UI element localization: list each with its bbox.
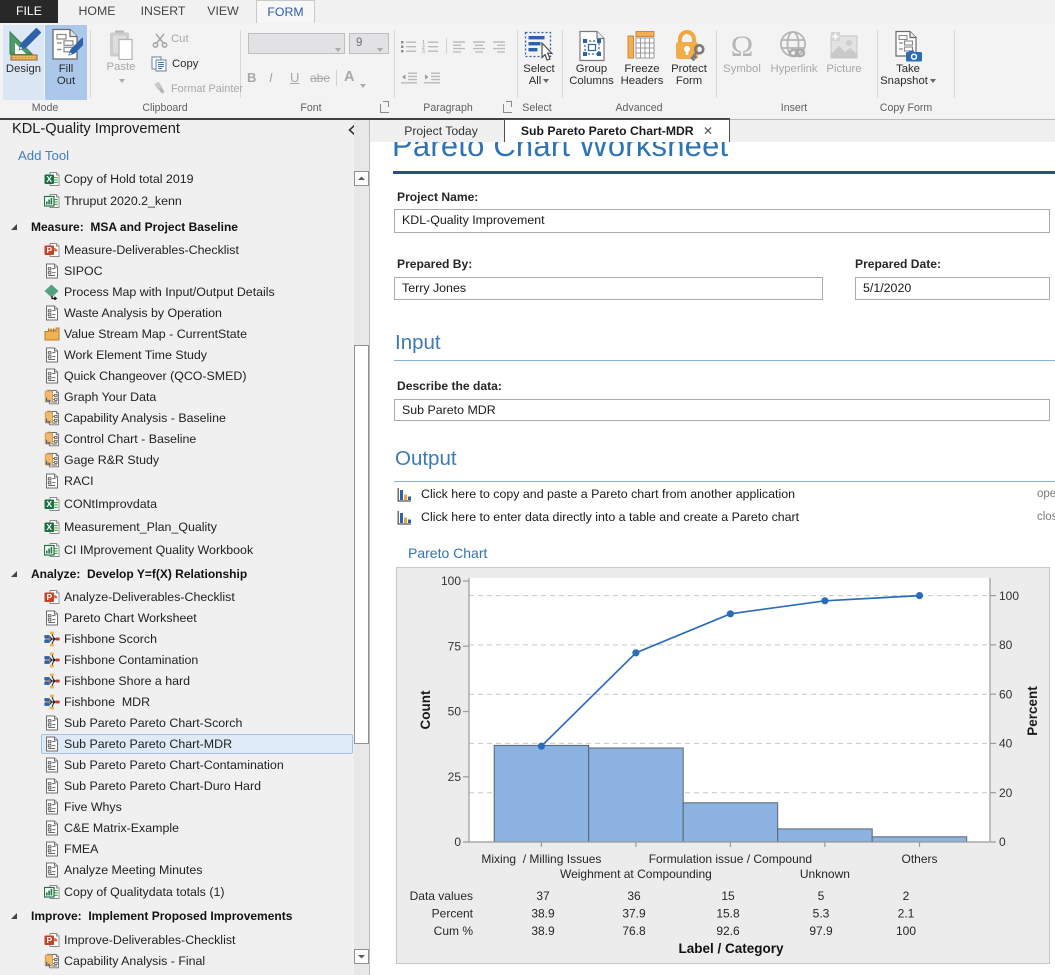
svg-text:15: 15 — [721, 889, 735, 903]
svg-text:25: 25 — [448, 770, 462, 784]
svg-text:36: 36 — [627, 889, 641, 903]
svg-text:Weighment at Compounding: Weighment at Compounding — [560, 867, 712, 881]
svg-text:3: 3 — [422, 50, 425, 54]
svg-text:Data values: Data values — [410, 889, 473, 903]
svg-text:2.1: 2.1 — [898, 907, 915, 921]
svg-text:15.8: 15.8 — [716, 907, 740, 921]
svg-text:100: 100 — [441, 574, 461, 588]
svg-text:37: 37 — [536, 889, 550, 903]
svg-text:100: 100 — [999, 589, 1019, 603]
svg-text:97.9: 97.9 — [809, 924, 833, 938]
svg-text:75: 75 — [448, 640, 462, 654]
svg-text:76.8: 76.8 — [622, 924, 646, 938]
svg-text:Percent: Percent — [1025, 686, 1040, 736]
svg-text:Label / Category: Label / Category — [678, 941, 784, 956]
svg-text:37.9: 37.9 — [622, 907, 646, 921]
svg-text:2: 2 — [903, 889, 910, 903]
svg-text:5: 5 — [818, 889, 825, 903]
svg-text:0: 0 — [999, 835, 1006, 849]
svg-text:20: 20 — [999, 786, 1013, 800]
svg-text:0: 0 — [454, 835, 461, 849]
svg-text:Mixing / Milling Issues: Mixing / Milling Issues — [481, 852, 601, 866]
svg-text:80: 80 — [999, 638, 1013, 652]
svg-text:100: 100 — [896, 924, 916, 938]
svg-text:Unknown: Unknown — [800, 867, 850, 881]
svg-text:Cum %: Cum % — [434, 924, 474, 938]
svg-text:Count: Count — [418, 690, 433, 729]
svg-text:Formulation issue / Compound: Formulation issue / Compound — [649, 852, 812, 866]
svg-text:60: 60 — [999, 687, 1013, 701]
svg-text:Ω: Ω — [731, 30, 753, 62]
svg-text:40: 40 — [999, 737, 1013, 751]
svg-text:50: 50 — [448, 705, 462, 719]
svg-text:5.3: 5.3 — [813, 907, 830, 921]
svg-text:92.6: 92.6 — [716, 924, 740, 938]
svg-text:Percent: Percent — [432, 907, 474, 921]
svg-text:38.9: 38.9 — [531, 924, 555, 938]
svg-text:Others: Others — [901, 852, 937, 866]
svg-text:38.9: 38.9 — [531, 907, 555, 921]
